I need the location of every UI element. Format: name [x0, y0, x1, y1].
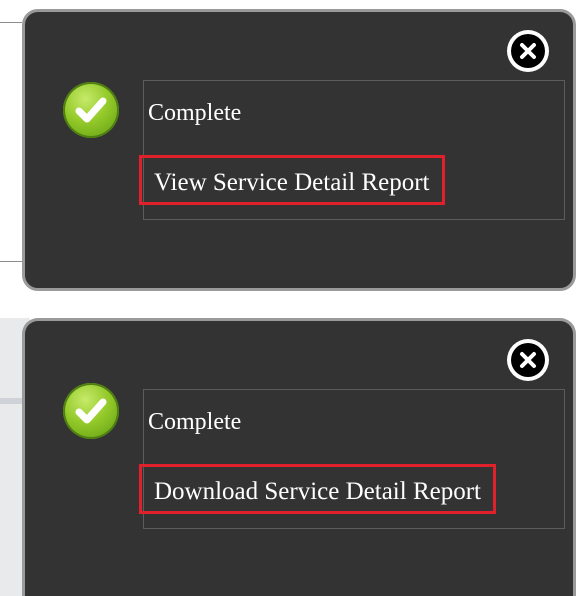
close-icon — [511, 343, 545, 377]
status-text: Complete — [148, 409, 242, 435]
check-circle-icon — [63, 82, 119, 138]
close-button[interactable] — [507, 30, 549, 72]
check-circle-icon — [63, 383, 119, 439]
message-box: Complete Download Service Detail Report — [139, 389, 565, 529]
background-divider — [0, 261, 22, 262]
view-report-link[interactable]: View Service Detail Report — [139, 155, 445, 205]
background-divider — [0, 22, 22, 23]
close-icon — [511, 34, 545, 68]
completion-dialog: Complete Download Service Detail Report — [22, 318, 576, 596]
completion-dialog: Complete View Service Detail Report — [22, 9, 576, 291]
screenshot-stage: Complete View Service Detail Report Comp… — [0, 0, 576, 596]
close-button[interactable] — [507, 339, 549, 381]
download-report-link[interactable]: Download Service Detail Report — [139, 464, 496, 514]
status-text: Complete — [148, 100, 242, 126]
message-box: Complete View Service Detail Report — [139, 80, 565, 220]
